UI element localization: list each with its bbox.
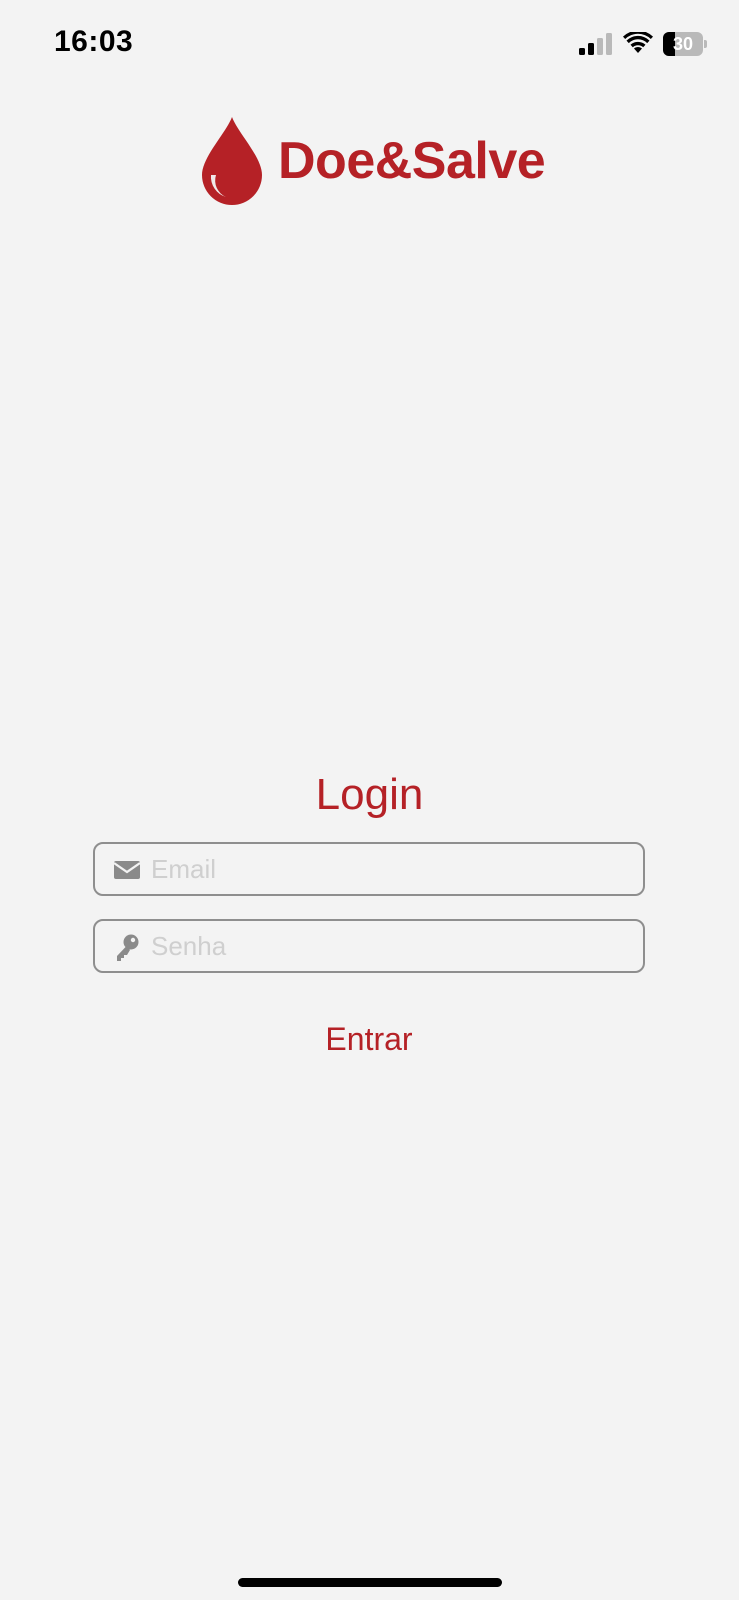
signal-icon [579, 33, 612, 55]
status-bar: 16:03 30 [0, 0, 739, 90]
app-logo: Doe&Salve [0, 112, 739, 212]
app-name: Doe&Salve [278, 132, 546, 190]
key-icon [117, 934, 139, 961]
status-icons: 30 [579, 30, 709, 60]
battery-icon: 30 [663, 32, 707, 56]
login-title: Login [315, 770, 424, 819]
wifi-icon [623, 32, 653, 53]
envelope-icon [114, 861, 140, 879]
status-time: 16:03 [54, 25, 134, 58]
email-field[interactable] [93, 842, 645, 896]
email-input[interactable] [151, 844, 631, 894]
login-button[interactable]: Entrar [269, 1014, 469, 1064]
password-input[interactable] [151, 921, 631, 971]
password-field[interactable] [93, 919, 645, 973]
blood-drop-icon [202, 117, 262, 205]
home-indicator[interactable] [238, 1578, 502, 1587]
battery-level: 30 [672, 34, 694, 54]
